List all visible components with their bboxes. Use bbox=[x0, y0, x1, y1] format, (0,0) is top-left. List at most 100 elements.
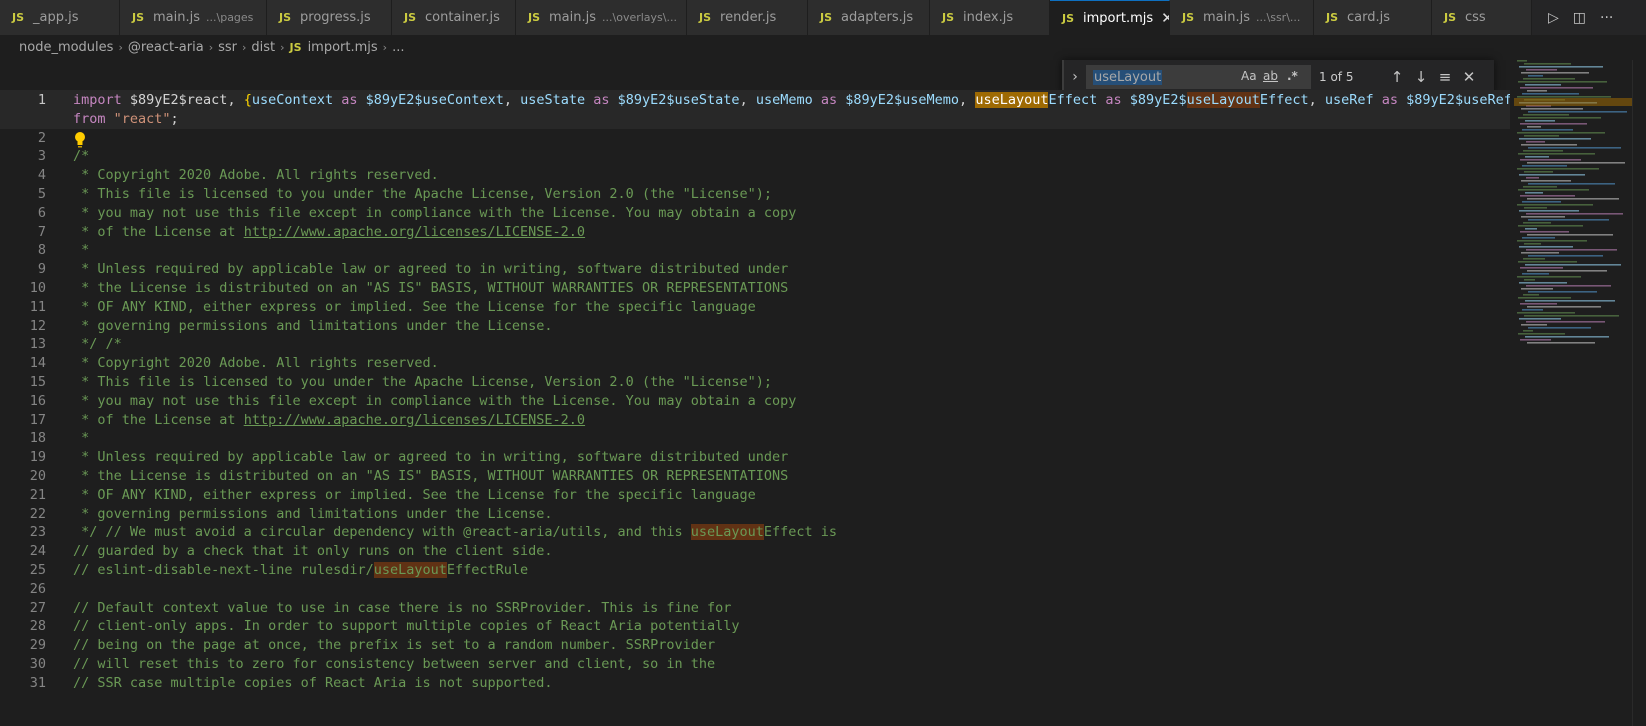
code-line[interactable]: 9 * Unless required by applicable law or… bbox=[0, 259, 1510, 279]
code-line[interactable]: 22 * governing permissions and limitatio… bbox=[0, 504, 1510, 524]
previous-match-icon[interactable]: ↑ bbox=[1385, 68, 1409, 86]
minimap-line bbox=[1521, 180, 1571, 182]
code-line[interactable]: 15 * This file is licensed to you under … bbox=[0, 372, 1510, 392]
code-line[interactable]: 23 */ // We must avoid a circular depend… bbox=[0, 522, 1510, 542]
minimap-line bbox=[1526, 141, 1545, 143]
code-line[interactable]: 19 * Unless required by applicable law o… bbox=[0, 447, 1510, 467]
code-line[interactable]: 10 * the License is distributed on an "A… bbox=[0, 278, 1510, 298]
line-number: 4 bbox=[37, 167, 46, 184]
code-line[interactable]: 18 * bbox=[0, 428, 1510, 448]
run-icon[interactable]: ▷ bbox=[1548, 10, 1559, 26]
code-line[interactable]: 12 * governing permissions and limitatio… bbox=[0, 316, 1510, 336]
code-token: * of the License at bbox=[73, 411, 244, 428]
regex-toggle[interactable]: .* bbox=[1287, 69, 1298, 83]
tab-render-js[interactable]: JS render.js bbox=[687, 0, 808, 35]
code-line[interactable]: from "react"; bbox=[0, 108, 1510, 129]
tab-import-mjs[interactable]: JS import.mjs ✕ bbox=[1050, 0, 1170, 35]
code-line[interactable]: 21 * OF ANY KIND, either express or impl… bbox=[0, 485, 1510, 505]
minimap-line bbox=[1523, 222, 1551, 224]
minimap-line bbox=[1517, 60, 1527, 62]
tab-adapters-js[interactable]: JS adapters.js bbox=[808, 0, 930, 35]
code-line[interactable]: 2 bbox=[0, 128, 1510, 148]
minimap-line bbox=[1527, 270, 1607, 272]
code-token: useMemo bbox=[755, 92, 813, 108]
find-input[interactable]: useLayout Aa ab .* bbox=[1086, 65, 1311, 89]
breadcrumb-item[interactable]: dist bbox=[251, 40, 275, 55]
code-line[interactable]: 28 // client-only apps. In order to suppo… bbox=[0, 616, 1510, 636]
tab-label: _app.js bbox=[33, 10, 79, 25]
whole-word-toggle[interactable]: ab bbox=[1263, 69, 1278, 83]
minimap[interactable] bbox=[1514, 60, 1632, 360]
tab-index-js[interactable]: JS index.js bbox=[930, 0, 1050, 35]
tab-container-js[interactable]: JS container.js bbox=[392, 0, 516, 35]
tab-main-js[interactable]: JS main.js ...\ssr\... bbox=[1170, 0, 1314, 35]
toggle-replace-icon[interactable]: › bbox=[1064, 69, 1086, 85]
code-line[interactable]: 20 * the License is distributed on an "A… bbox=[0, 466, 1510, 486]
breadcrumb-item[interactable]: ssr bbox=[218, 40, 237, 55]
line-number: 24 bbox=[29, 543, 46, 560]
code-line[interactable]: 24 // guarded by a check that it only run… bbox=[0, 541, 1510, 561]
tab-path-hint: ...\ssr\... bbox=[1256, 11, 1301, 24]
code-text: * governing permissions and limitations … bbox=[73, 316, 552, 336]
find-widget: › useLayout Aa ab .* 1 of 5 ↑ ↓ ≡ ✕ bbox=[1062, 60, 1494, 94]
code-line[interactable]: 5 * This file is licensed to you under t… bbox=[0, 184, 1510, 204]
split-editor-icon[interactable]: ◫ bbox=[1573, 10, 1586, 26]
code-line[interactable]: 26 bbox=[0, 579, 1510, 599]
minimap-line bbox=[1517, 276, 1581, 278]
minimap-line bbox=[1522, 273, 1549, 275]
line-number: 13 bbox=[29, 336, 46, 353]
code-line[interactable]: 30 // will reset this to zero for consist… bbox=[0, 654, 1510, 674]
code-line[interactable]: 4 * Copyright 2020 Adobe. All rights res… bbox=[0, 165, 1510, 185]
code-token: $89yE2$useMemo bbox=[845, 92, 960, 108]
minimap-line bbox=[1517, 168, 1599, 170]
minimap-line bbox=[1526, 249, 1617, 251]
line-number: 27 bbox=[29, 599, 46, 616]
code-line[interactable]: 1 import $89yE2$react, {useContext as $89… bbox=[0, 90, 1510, 110]
tab-progress-js[interactable]: JS progress.js bbox=[267, 0, 392, 35]
match-case-toggle[interactable]: Aa bbox=[1241, 69, 1257, 83]
close-tab-icon[interactable]: ✕ bbox=[1161, 9, 1169, 27]
tab-css[interactable]: JS css bbox=[1432, 0, 1532, 35]
breadcrumb-label: ... bbox=[392, 40, 405, 55]
close-find-icon[interactable]: ✕ bbox=[1457, 68, 1481, 86]
code-line[interactable]: 16 * you may not use this file except in… bbox=[0, 391, 1510, 411]
minimap-line bbox=[1526, 321, 1605, 323]
code-editor[interactable]: 1 import $89yE2$react, {useContext as $89… bbox=[0, 90, 1510, 726]
code-line[interactable]: 25 // eslint-disable-next-line rulesdir/u… bbox=[0, 560, 1510, 580]
line-number: 2 bbox=[37, 129, 46, 146]
minimap-line bbox=[1522, 201, 1561, 203]
minimap-line bbox=[1523, 78, 1575, 80]
next-match-icon[interactable]: ↓ bbox=[1409, 68, 1433, 86]
code-line[interactable]: 3 /* bbox=[0, 146, 1510, 166]
code-line[interactable]: 8 * bbox=[0, 240, 1510, 260]
code-line[interactable]: 11 * OF ANY KIND, either express or impl… bbox=[0, 297, 1510, 317]
code-token: * bbox=[73, 242, 90, 259]
code-line[interactable]: 14 * Copyright 2020 Adobe. All rights re… bbox=[0, 353, 1510, 373]
tab-main-js[interactable]: JS main.js ...\overlays\... bbox=[516, 0, 687, 35]
code-line[interactable]: 27 // Default context value to use in cas… bbox=[0, 598, 1510, 618]
code-line[interactable]: 6 * you may not use this file except in … bbox=[0, 203, 1510, 223]
code-line[interactable]: 13 */ /* bbox=[0, 334, 1510, 354]
vertical-scrollbar[interactable] bbox=[1632, 60, 1646, 726]
minimap-line bbox=[1523, 330, 1533, 332]
lightbulb-icon[interactable] bbox=[73, 131, 87, 149]
breadcrumb-item[interactable]: node_modules bbox=[19, 40, 113, 55]
code-line[interactable]: 17 * of the License at http://www.apache… bbox=[0, 410, 1510, 430]
tab--app-js[interactable]: JS _app.js bbox=[0, 0, 120, 35]
minimap-line bbox=[1527, 234, 1613, 236]
minimap-line bbox=[1520, 231, 1569, 233]
more-actions-icon[interactable]: ··· bbox=[1600, 10, 1613, 26]
code-line[interactable]: 29 // being on the page at once, the pref… bbox=[0, 635, 1510, 655]
tab-main-js[interactable]: JS main.js ...\pages bbox=[120, 0, 267, 35]
minimap-line bbox=[1524, 279, 1535, 281]
minimap-line bbox=[1524, 315, 1619, 317]
find-in-selection-icon[interactable]: ≡ bbox=[1433, 68, 1457, 86]
breadcrumb: node_modules › @react-aria › ssr › dist › JS impo… bbox=[0, 35, 1646, 60]
tab-card-js[interactable]: JS card.js bbox=[1314, 0, 1432, 35]
breadcrumb-item[interactable]: ... bbox=[392, 40, 404, 55]
breadcrumb-item[interactable]: JS import.mjs bbox=[290, 40, 378, 55]
breadcrumb-item[interactable]: @react-aria bbox=[128, 40, 204, 55]
code-token: as bbox=[1373, 92, 1407, 108]
code-line[interactable]: 7 * of the License at http://www.apache.… bbox=[0, 222, 1510, 242]
code-line[interactable]: 31 // SSR case multiple copies of React A… bbox=[0, 673, 1510, 693]
